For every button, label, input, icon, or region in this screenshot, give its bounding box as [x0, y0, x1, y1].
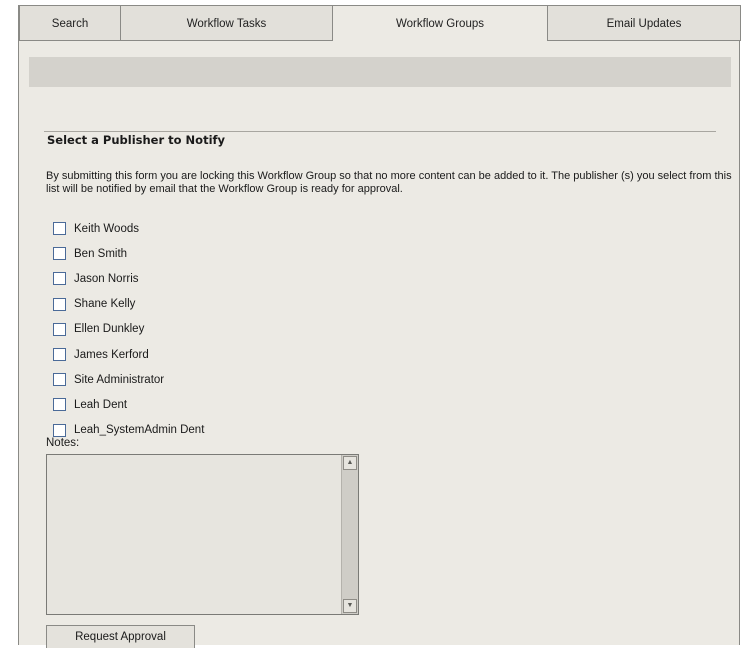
- publisher-list: Keith Woods Ben Smith Jason Norris Shane…: [53, 216, 204, 443]
- publisher-label: Ellen Dunkley: [74, 323, 145, 336]
- form-description: By submitting this form you are locking …: [46, 170, 732, 195]
- notes-scrollbar[interactable]: ▲ ▼: [341, 455, 358, 614]
- publisher-label: Keith Woods: [74, 222, 139, 235]
- publisher-option[interactable]: James Kerford: [53, 342, 204, 367]
- publisher-label: Jason Norris: [74, 272, 139, 285]
- publisher-checkbox[interactable]: [53, 272, 66, 286]
- notes-label: Notes:: [46, 437, 80, 449]
- publisher-label: Shane Kelly: [74, 298, 136, 311]
- section-title: Select a Publisher to Notify: [47, 133, 226, 147]
- publisher-checkbox[interactable]: [53, 222, 66, 236]
- publisher-label: Site Administrator: [74, 373, 165, 386]
- publisher-label: Leah_SystemAdmin Dent: [74, 424, 205, 437]
- tab-bar: Search Workflow Tasks Workflow Groups Em…: [19, 5, 741, 41]
- publisher-option[interactable]: Leah Dent: [53, 392, 204, 417]
- tab-workflow-tasks[interactable]: Workflow Tasks: [120, 5, 333, 41]
- request-approval-button[interactable]: Request Approval: [46, 625, 195, 648]
- publisher-checkbox[interactable]: [53, 423, 66, 437]
- publisher-option[interactable]: Jason Norris: [53, 266, 204, 291]
- header-bar: [29, 57, 731, 87]
- publisher-option[interactable]: Ben Smith: [53, 241, 204, 266]
- tab-search[interactable]: Search: [19, 5, 121, 41]
- publisher-checkbox[interactable]: [53, 247, 66, 261]
- publisher-checkbox[interactable]: [53, 348, 66, 362]
- publisher-checkbox[interactable]: [53, 373, 66, 387]
- publisher-checkbox[interactable]: [53, 297, 66, 311]
- publisher-checkbox[interactable]: [53, 398, 66, 412]
- workflow-panel: Search Workflow Tasks Workflow Groups Em…: [18, 5, 741, 648]
- publisher-label: James Kerford: [74, 348, 149, 361]
- publisher-checkbox[interactable]: [53, 322, 66, 336]
- scroll-down-arrow-icon[interactable]: ▼: [343, 599, 357, 613]
- scroll-up-arrow-icon[interactable]: ▲: [343, 456, 357, 470]
- section-divider: [44, 131, 716, 132]
- tab-email-updates[interactable]: Email Updates: [547, 5, 741, 41]
- publisher-label: Leah Dent: [74, 398, 128, 411]
- publisher-option[interactable]: Shane Kelly: [53, 292, 204, 317]
- publisher-label: Ben Smith: [74, 247, 128, 260]
- tab-workflow-groups[interactable]: Workflow Groups: [332, 5, 548, 41]
- publisher-option[interactable]: Site Administrator: [53, 367, 204, 392]
- notes-field: ▲ ▼: [46, 454, 359, 615]
- notes-textarea[interactable]: [47, 455, 341, 614]
- publisher-option[interactable]: Ellen Dunkley: [53, 317, 204, 342]
- publisher-option[interactable]: Keith Woods: [53, 216, 204, 241]
